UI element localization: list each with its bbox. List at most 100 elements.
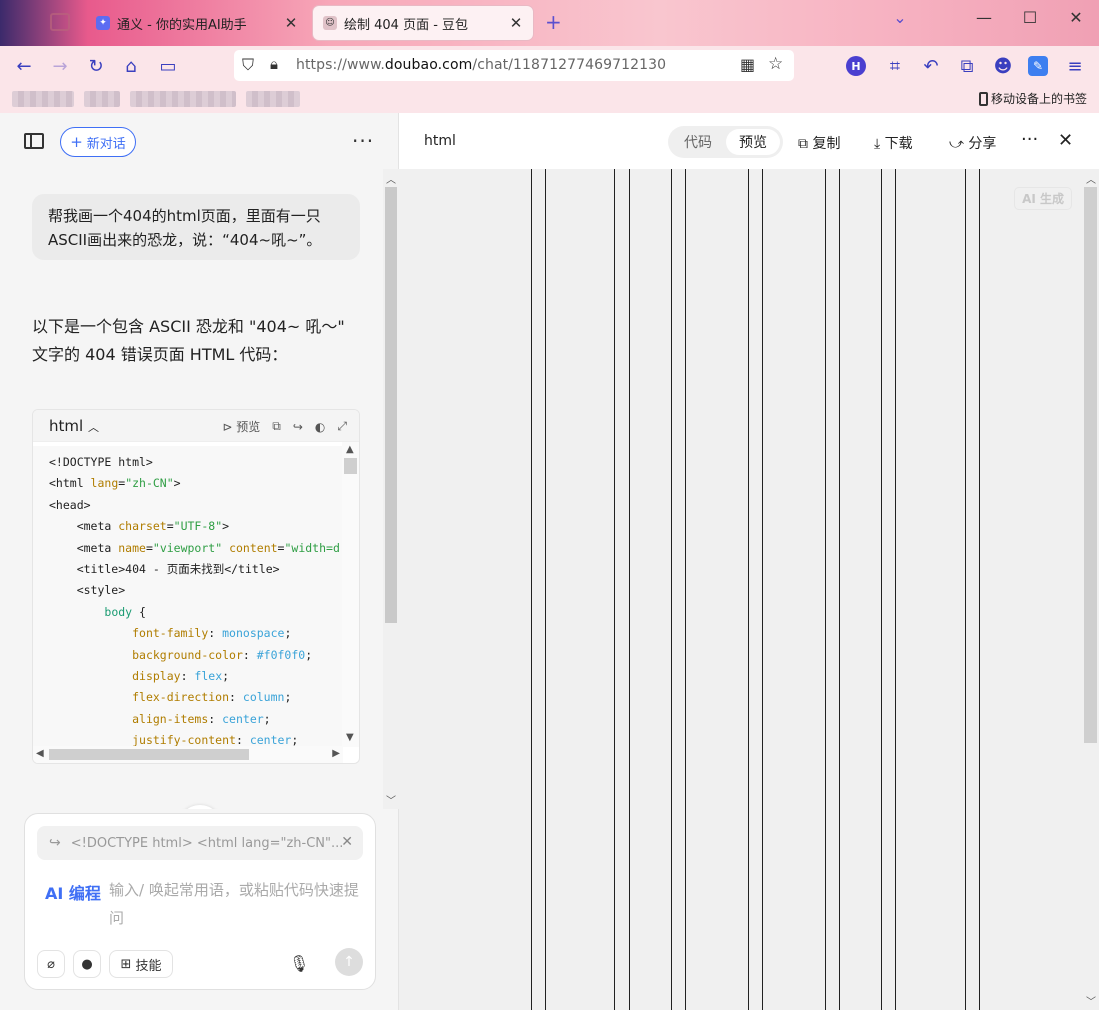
preview-title: html: [424, 133, 456, 149]
copy-icon[interactable]: ⧉: [272, 419, 281, 434]
scroll-thumb[interactable]: [49, 749, 249, 760]
bookmark-item[interactable]: [246, 91, 300, 107]
scroll-down-icon[interactable]: ﹀: [386, 792, 396, 807]
tab-tongyi[interactable]: ✦ 通义 - 你的实用AI助手 ✕: [86, 6, 308, 40]
preview-line: [671, 169, 672, 1010]
chevron-down-icon[interactable]: ⌄: [886, 8, 914, 27]
tab-title: 通义 - 你的实用AI助手: [117, 17, 247, 33]
close-icon[interactable]: ✕: [341, 834, 353, 850]
scroll-down-icon[interactable]: ▼: [346, 732, 354, 743]
url-text[interactable]: https://www.doubao.com/chat/118712774697…: [296, 57, 666, 73]
close-window-icon[interactable]: ✕: [1062, 8, 1090, 27]
preview-line: [895, 169, 896, 1010]
maximize-icon[interactable]: ☐: [1016, 8, 1044, 27]
bookmark-item[interactable]: [130, 91, 236, 107]
tab-list-icon[interactable]: [50, 13, 70, 31]
copy-button[interactable]: ⧉ 复制: [798, 133, 840, 153]
download-button[interactable]: ⤓ 下载: [874, 133, 913, 153]
new-chat-button[interactable]: + 新对话: [60, 127, 136, 157]
share-arrow-icon[interactable]: ↪: [293, 420, 303, 434]
download-label: 下载: [884, 136, 913, 152]
shield-icon[interactable]: ⛉: [242, 55, 254, 75]
extension-h-icon[interactable]: H: [846, 56, 866, 76]
close-tab-icon[interactable]: ✕: [282, 14, 300, 32]
share-button[interactable]: ⤻ 分享: [949, 133, 996, 153]
chat-vertical-scrollbar[interactable]: ︿ ﹀: [383, 169, 399, 809]
extensions-icon[interactable]: ⧉: [955, 54, 979, 78]
back-icon[interactable]: ←: [12, 54, 36, 78]
scroll-up-icon[interactable]: ▲: [346, 444, 354, 455]
copy-label: 复制: [812, 136, 841, 152]
bookmark-item[interactable]: [12, 91, 74, 107]
skills-button[interactable]: ⊞ 技能: [109, 950, 173, 978]
reference-text: <!DOCTYPE html> <html lang="zh-CN"...: [70, 835, 344, 851]
more-icon[interactable]: ···: [1021, 129, 1038, 150]
code-vertical-scrollbar[interactable]: ▲ ▼: [342, 442, 359, 747]
minimize-icon[interactable]: —: [970, 8, 998, 27]
code-reference-chip[interactable]: ↪ <!DOCTYPE html> <html lang="zh-CN"... …: [37, 826, 363, 860]
sidebar-icon[interactable]: ▭: [156, 54, 180, 78]
star-icon[interactable]: ☆: [768, 54, 783, 74]
scroll-to-bottom-button[interactable]: ⌄: [178, 805, 222, 809]
url-bar[interactable]: ⛉ 🔒︎ https://www.doubao.com/chat/1187127…: [234, 50, 794, 81]
close-icon[interactable]: ✕: [1058, 130, 1073, 151]
extension-mascot-icon[interactable]: ☻: [991, 54, 1015, 78]
send-button[interactable]: ↑: [335, 948, 363, 976]
download-icon: ⤓: [874, 136, 881, 152]
new-tab-icon[interactable]: +: [545, 10, 562, 34]
scroll-thumb[interactable]: [385, 187, 397, 623]
code-preview-button[interactable]: ⊳ 预览: [222, 418, 260, 435]
sidebar-toggle-icon[interactable]: [24, 133, 44, 149]
prompt-input[interactable]: 输入/ 唤起常用语，或粘贴代码快速提问: [109, 876, 367, 932]
crop-icon[interactable]: ⌗: [883, 54, 907, 78]
tab-preview[interactable]: 预览: [726, 129, 780, 155]
attach-icon[interactable]: ⌀: [37, 950, 65, 978]
code-content[interactable]: <!DOCTYPE html> <html lang="zh-CN"> <hea…: [33, 446, 343, 746]
preview-line: [748, 169, 749, 1010]
scroll-down-icon[interactable]: ﹀: [1086, 993, 1096, 1008]
github-icon[interactable]: ●: [73, 950, 101, 978]
close-tab-icon[interactable]: ✕: [507, 14, 525, 32]
scroll-left-icon[interactable]: ◀: [36, 748, 44, 759]
tab-doubao[interactable]: ☺ 绘制 404 页面 - 豆包 ✕: [313, 6, 533, 40]
preview-vertical-scrollbar[interactable]: ︿ ﹀: [1082, 169, 1099, 1010]
bookmark-item[interactable]: [84, 91, 120, 107]
reload-icon[interactable]: ↻: [84, 54, 108, 78]
microphone-icon[interactable]: 🎙︎: [289, 954, 309, 973]
scroll-up-icon[interactable]: ︿: [1086, 171, 1096, 186]
code-toolbar: ⊳ 预览 ⧉ ↪ ◐ ⤢: [222, 418, 347, 435]
home-icon[interactable]: ⌂: [119, 54, 143, 78]
code-language[interactable]: html ︿: [49, 417, 99, 435]
new-chat-label: 新对话: [86, 136, 126, 152]
tab-code[interactable]: 代码: [671, 129, 725, 155]
chevron-up-icon: ︿: [87, 421, 99, 434]
dark-mode-icon[interactable]: ◐: [315, 420, 325, 434]
undo-icon[interactable]: ↶: [919, 54, 943, 78]
code-header: html ︿ ⊳ 预览 ⧉ ↪ ◐ ⤢: [33, 410, 359, 442]
tab-title: 绘制 404 页面 - 豆包: [344, 17, 469, 33]
user-message: 帮我画一个404的html页面，里面有一只ASCII画出来的恐龙，说：“404~…: [32, 194, 360, 260]
code-horizontal-scrollbar[interactable]: ◀ ▶: [33, 746, 343, 763]
phone-icon: [978, 91, 988, 106]
preview-line: [881, 169, 882, 1010]
lock-icon[interactable]: 🔒︎: [270, 55, 278, 73]
scroll-thumb[interactable]: [344, 458, 357, 474]
scroll-right-icon[interactable]: ▶: [332, 748, 340, 759]
qr-code-icon[interactable]: ▦: [740, 55, 755, 74]
more-icon[interactable]: ···: [352, 129, 374, 153]
menu-icon[interactable]: ≡: [1063, 54, 1087, 78]
rendered-preview[interactable]: AI 生成: [399, 169, 1082, 1010]
scroll-thumb[interactable]: [1084, 187, 1097, 743]
extension-blue-icon[interactable]: ✎: [1028, 56, 1048, 76]
scroll-up-icon[interactable]: ︿: [386, 171, 396, 186]
forward-icon[interactable]: →: [48, 54, 72, 78]
preview-line: [629, 169, 630, 1010]
mobile-bookmarks[interactable]: 移动设备上的书签: [978, 90, 1087, 107]
ai-coding-badge[interactable]: AI 编程: [45, 880, 101, 904]
preview-line: [685, 169, 686, 1010]
chat-scroll-area[interactable]: 帮我画一个404的html页面，里面有一只ASCII画出来的恐龙，说：“404~…: [0, 169, 383, 809]
expand-icon[interactable]: ⤢: [337, 419, 347, 434]
view-toggle: 代码 预览: [668, 126, 783, 158]
code-language-label: html: [49, 417, 84, 435]
share-label: 分享: [968, 136, 997, 152]
